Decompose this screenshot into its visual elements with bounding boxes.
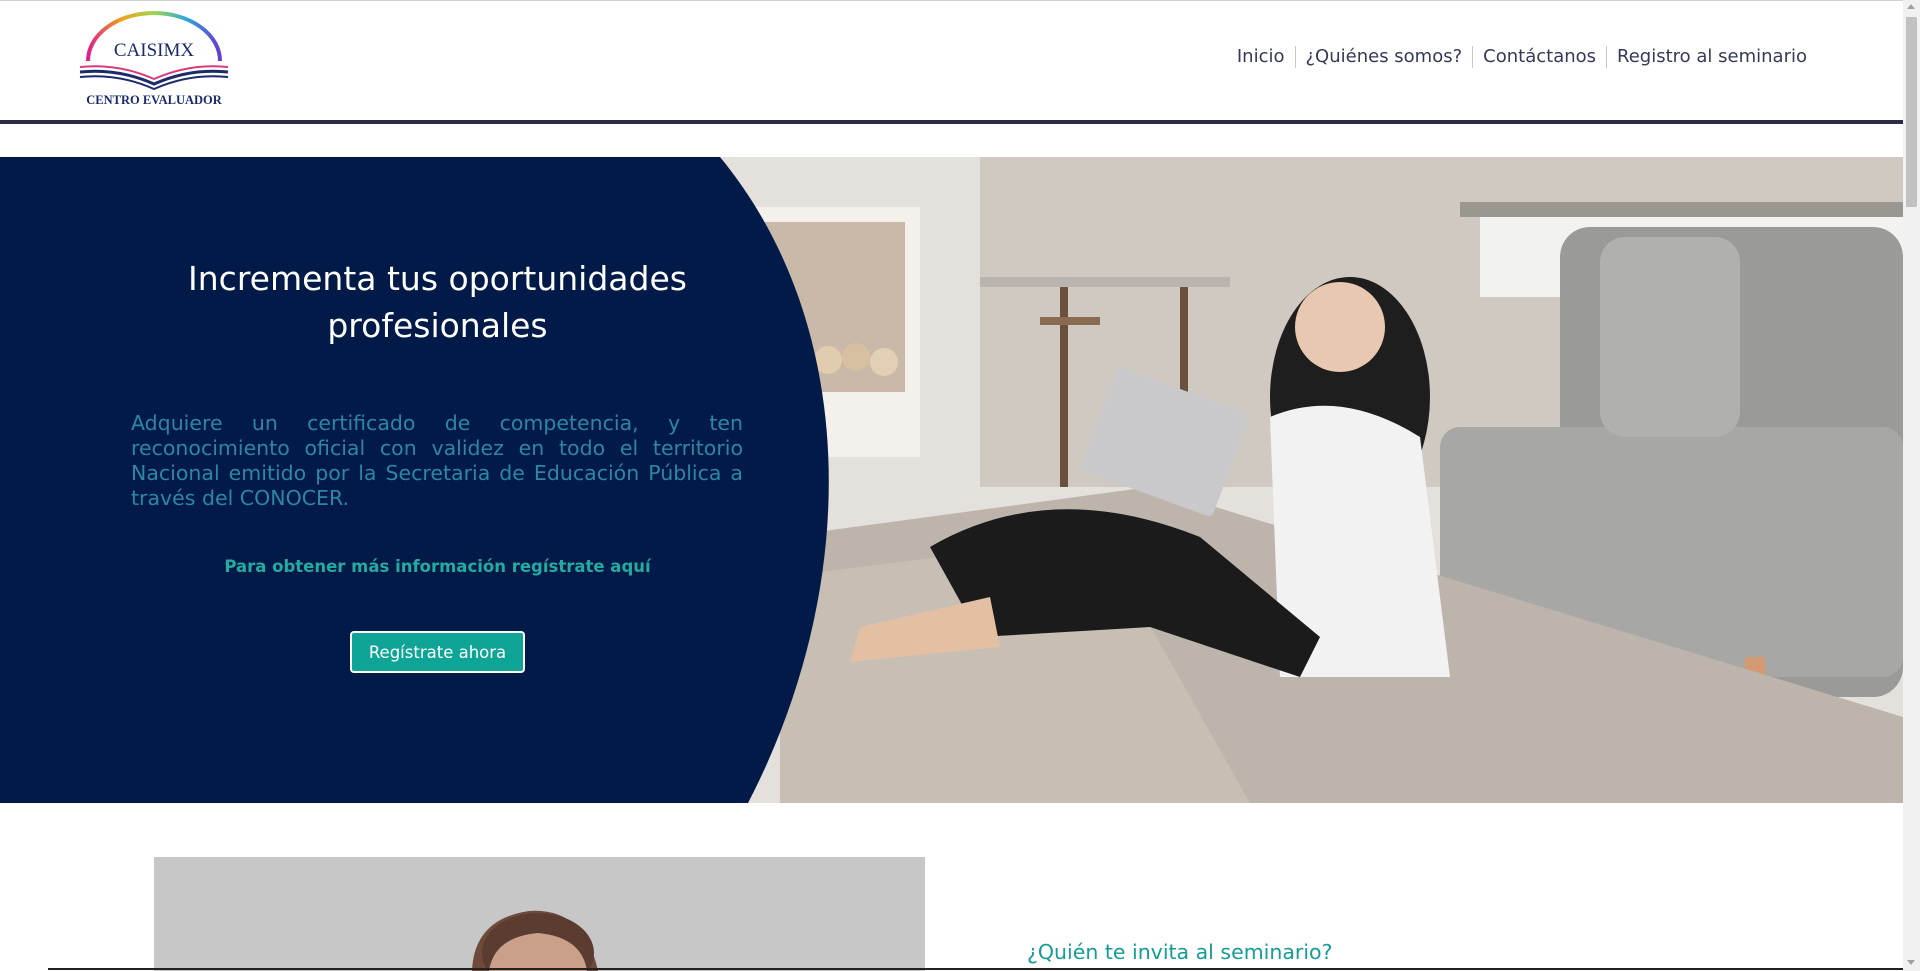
main-nav: Inicio ¿Quiénes somos? Contáctanos Regis… (1227, 45, 1817, 69)
nav-item-contactanos[interactable]: Contáctanos (1473, 45, 1606, 69)
caisimx-logo[interactable]: CAISIMX CENTRO EVALUADOR (74, 9, 234, 109)
hero-section: Incrementa tus oportunidades profesional… (0, 157, 1903, 803)
hero-title: Incrementa tus oportunidades profesional… (188, 259, 687, 345)
logo-subtitle: CENTRO EVALUADOR (86, 93, 223, 107)
host-photo (154, 857, 925, 971)
open-book-logo-icon: CAISIMX CENTRO EVALUADOR (79, 11, 229, 107)
logo-name: CAISIMX (114, 40, 195, 61)
site-header: CAISIMX CENTRO EVALUADOR Inicio ¿Quiénes… (0, 0, 1903, 122)
nav-item-inicio[interactable]: Inicio (1227, 45, 1295, 69)
bottom-edge-line (48, 968, 1903, 970)
scroll-up-arrow-icon[interactable] (1907, 4, 1915, 9)
hero-description: Adquiere un certificado de competencia, … (131, 411, 743, 510)
nav-item-registro-seminario[interactable]: Registro al seminario (1607, 45, 1817, 69)
invite-heading: ¿Quién te invita al seminario? (1027, 940, 1333, 964)
register-now-button[interactable]: Regístrate ahora (350, 631, 525, 673)
vertical-scrollbar[interactable] (1903, 0, 1920, 971)
scrollbar-thumb[interactable] (1906, 17, 1917, 207)
page: CAISIMX CENTRO EVALUADOR Inicio ¿Quiénes… (0, 0, 1903, 971)
scroll-down-arrow-icon[interactable] (1907, 960, 1915, 965)
header-divider (0, 120, 1903, 124)
hero-cta-text[interactable]: Para obtener más información regístrate … (130, 557, 745, 576)
nav-item-quienes-somos[interactable]: ¿Quiénes somos? (1296, 45, 1473, 69)
